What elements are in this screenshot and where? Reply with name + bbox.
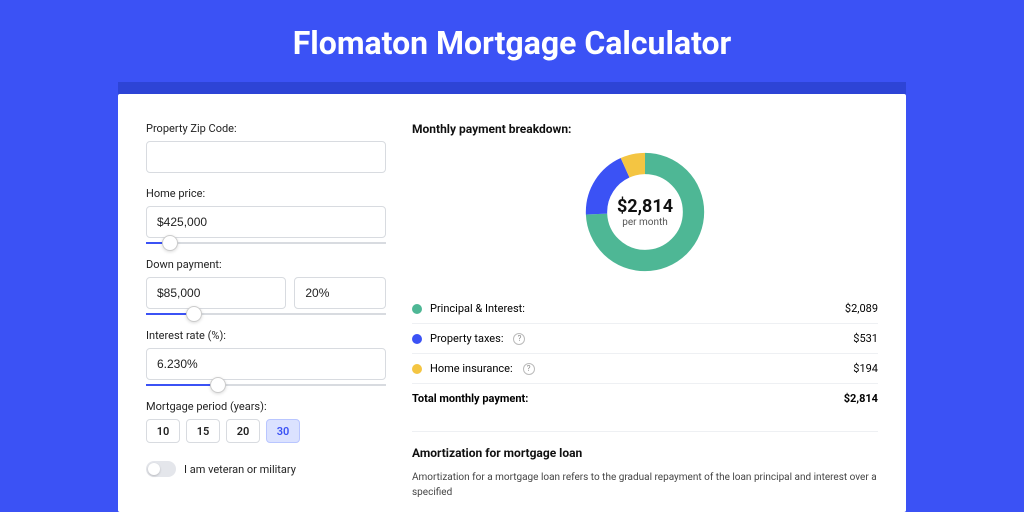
period-options: 10 15 20 30: [146, 419, 386, 443]
total-value: $2,814: [844, 392, 878, 405]
dot-icon: [412, 364, 422, 374]
down-payment-pct-input[interactable]: [294, 277, 386, 309]
form-column: Property Zip Code: Home price: Down paym…: [146, 122, 386, 500]
donut-wrap: $2,814 per month: [412, 148, 878, 276]
dot-icon: [412, 304, 422, 314]
legend-row-taxes: Property taxes: ? $531: [412, 324, 878, 354]
page-title: Flomaton Mortgage Calculator: [0, 0, 1024, 82]
legend-row-insurance: Home insurance: ? $194: [412, 354, 878, 384]
field-home-price: Home price:: [146, 187, 386, 244]
donut-amount: $2,814: [617, 196, 673, 217]
donut-sub: per month: [617, 217, 673, 228]
home-price-label: Home price:: [146, 187, 386, 200]
legend-label: Principal & Interest:: [430, 302, 525, 315]
veteran-row: I am veteran or military: [146, 461, 386, 477]
period-label: Mortgage period (years):: [146, 400, 386, 413]
period-30[interactable]: 30: [266, 419, 300, 443]
interest-rate-label: Interest rate (%):: [146, 329, 386, 342]
field-down-payment: Down payment:: [146, 258, 386, 315]
total-label: Total monthly payment:: [412, 392, 528, 405]
legend-label: Property taxes:: [430, 332, 503, 345]
home-price-slider[interactable]: [146, 242, 386, 244]
legend-value: $2,089: [845, 302, 878, 315]
donut-chart: $2,814 per month: [581, 148, 709, 276]
amortization-title: Amortization for mortgage loan: [412, 446, 878, 460]
legend-value: $531: [853, 332, 878, 345]
field-period: Mortgage period (years): 10 15 20 30: [146, 400, 386, 443]
legend-value: $194: [853, 362, 878, 375]
amortization-text: Amortization for a mortgage loan refers …: [412, 470, 878, 500]
interest-rate-input[interactable]: [146, 348, 386, 380]
legend-row-total: Total monthly payment: $2,814: [412, 384, 878, 413]
slider-fill: [146, 384, 218, 386]
zip-label: Property Zip Code:: [146, 122, 386, 135]
slider-thumb[interactable]: [210, 377, 226, 393]
down-payment-label: Down payment:: [146, 258, 386, 271]
interest-rate-slider[interactable]: [146, 384, 386, 386]
down-payment-slider[interactable]: [146, 313, 386, 315]
dot-icon: [412, 334, 422, 344]
period-15[interactable]: 15: [186, 419, 220, 443]
slider-thumb[interactable]: [162, 235, 178, 251]
breakdown-title: Monthly payment breakdown:: [412, 122, 878, 136]
donut-center: $2,814 per month: [617, 196, 673, 228]
calculator-card: Property Zip Code: Home price: Down paym…: [118, 94, 906, 512]
period-10[interactable]: 10: [146, 419, 180, 443]
field-zip: Property Zip Code:: [146, 122, 386, 173]
info-icon[interactable]: ?: [523, 363, 535, 375]
breakdown-column: Monthly payment breakdown: $2,814 per mo…: [412, 122, 878, 500]
slider-thumb[interactable]: [186, 306, 202, 322]
amortization-section: Amortization for mortgage loan Amortizat…: [412, 431, 878, 500]
home-price-input[interactable]: [146, 206, 386, 238]
legend: Principal & Interest: $2,089 Property ta…: [412, 294, 878, 413]
info-icon[interactable]: ?: [513, 333, 525, 345]
legend-row-principal: Principal & Interest: $2,089: [412, 294, 878, 324]
legend-label: Home insurance:: [430, 362, 513, 375]
veteran-label: I am veteran or military: [184, 463, 296, 476]
down-payment-input[interactable]: [146, 277, 286, 309]
zip-input[interactable]: [146, 141, 386, 173]
veteran-toggle[interactable]: [146, 461, 176, 477]
field-interest-rate: Interest rate (%):: [146, 329, 386, 386]
period-20[interactable]: 20: [226, 419, 260, 443]
toggle-knob: [148, 463, 160, 475]
